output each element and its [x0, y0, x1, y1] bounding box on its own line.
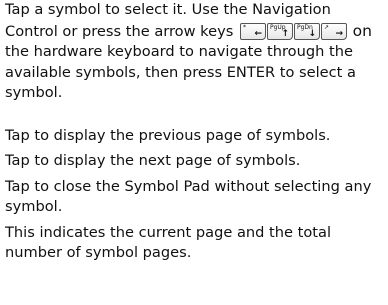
instructions-text-2: the hardware keyboard to navigate throug…	[5, 43, 356, 101]
key-top-label: *	[242, 23, 246, 31]
left-arrow-key-icon: * ←	[239, 22, 266, 40]
key-arrow: ↓	[308, 28, 316, 39]
next-page-description: Tap to display the next page of symbols.	[5, 152, 301, 169]
key-top-label: ↗	[323, 23, 330, 31]
page-up-key-icon: PgUp ↑	[266, 22, 293, 40]
page-down-key-icon: PgDn ↓	[293, 22, 320, 40]
right-arrow-key-icon: ↗ →	[320, 22, 347, 40]
key-arrow: →	[335, 28, 343, 39]
close-pad-description: Tap to close the Symbol Pad without sele…	[5, 177, 372, 216]
symbol-pad-help: Tap a symbol to select it. Use the Navig…	[0, 0, 388, 305]
key-arrow: ←	[254, 28, 262, 39]
key-arrow: ↑	[281, 28, 289, 39]
keyboard-keys: * ← PgUp ↑ PgDn ↓ ↗ →	[239, 21, 348, 42]
page-indicator-description: This indicates the current page and the …	[5, 223, 332, 262]
navigation-instructions: Tap a symbol to select it. Use the Navig…	[5, 0, 384, 104]
previous-page-description: Tap to display the previous page of symb…	[5, 126, 331, 144]
instructions-on-word: on	[352, 21, 372, 40]
